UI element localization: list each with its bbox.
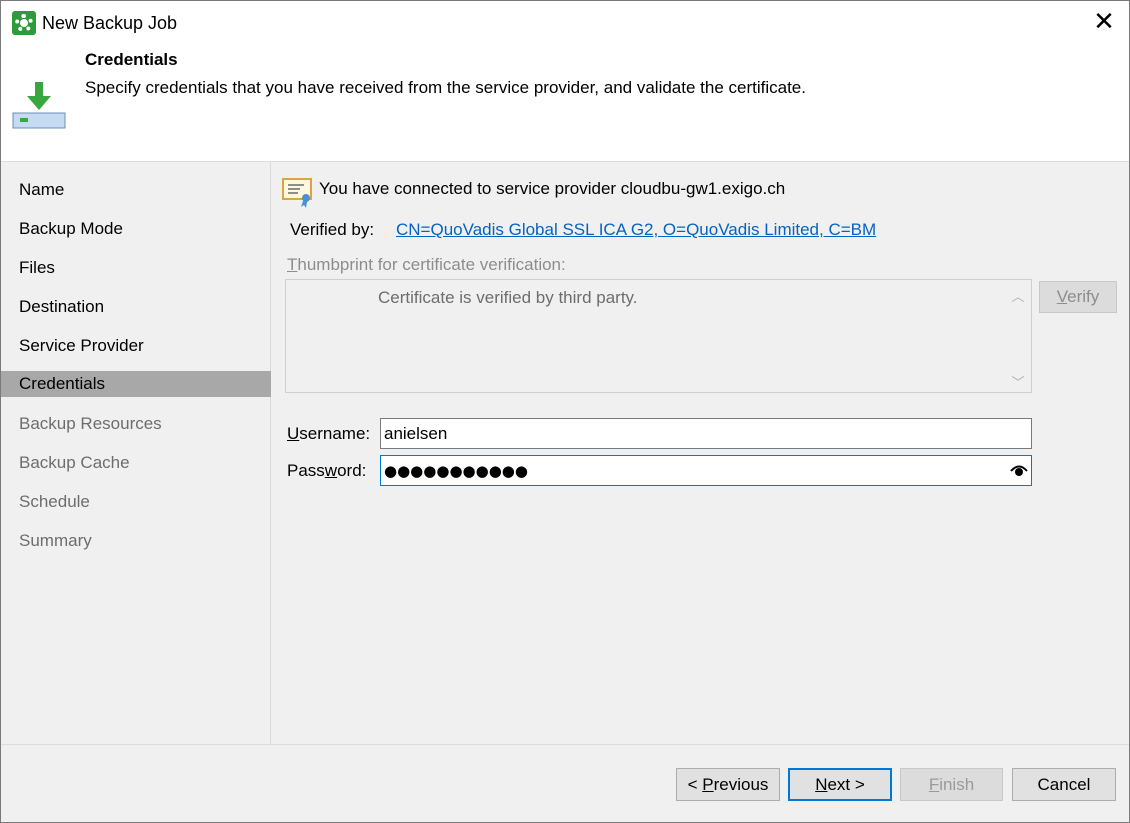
app-gear-icon xyxy=(12,11,36,35)
password-input[interactable]: ●●●●●●●●●●● xyxy=(380,455,1032,486)
sidebar-item-backup-cache: Backup Cache xyxy=(19,453,130,472)
close-icon[interactable]: ✕ xyxy=(1087,7,1121,39)
thumbprint-textbox[interactable]: Certificate is verified by third party. … xyxy=(285,279,1032,393)
wizard-footer: < Previous Next > Finish Cancel xyxy=(1,744,1129,822)
credentials-panel: You have connected to service provider c… xyxy=(272,162,1129,745)
verified-by-label: Verified by: xyxy=(290,220,375,239)
password-masked-value: ●●●●●●●●●●● xyxy=(384,462,528,480)
username-label: Username: xyxy=(287,424,371,443)
window-title: New Backup Job xyxy=(42,13,178,33)
cancel-button[interactable]: Cancel xyxy=(1012,768,1116,801)
wizard-steps-sidebar: Name Backup Mode Files Destination Servi… xyxy=(1,162,271,745)
show-password-eye-icon[interactable] xyxy=(1010,461,1028,479)
connected-provider-text: You have connected to service provider c… xyxy=(319,179,786,198)
next-button[interactable]: Next > xyxy=(788,768,892,801)
thumbprint-scrollbar[interactable]: ︿ ﹀ xyxy=(1005,280,1031,392)
page-title: Credentials xyxy=(85,50,178,69)
sidebar-item-credentials[interactable]: Credentials xyxy=(1,371,271,397)
sidebar-item-backup-mode[interactable]: Backup Mode xyxy=(1,216,271,242)
sidebar-item-files[interactable]: Files xyxy=(1,255,271,281)
previous-button[interactable]: < Previous xyxy=(676,768,780,801)
username-input[interactable]: anielsen xyxy=(380,418,1032,449)
thumbprint-label: Thumbprint for certificate verification: xyxy=(287,255,566,274)
verify-button[interactable]: Verify xyxy=(1039,281,1117,313)
scroll-down-icon[interactable]: ﹀ xyxy=(1011,372,1025,391)
certificate-icon xyxy=(282,178,312,208)
thumbprint-text: Certificate is verified by third party. xyxy=(378,288,638,307)
new-backup-job-window: New Backup Job ✕ Credentials Specify cre… xyxy=(0,0,1130,823)
scroll-up-icon[interactable]: ︿ xyxy=(1011,286,1025,305)
sidebar-item-backup-resources: Backup Resources xyxy=(19,414,162,433)
wizard-header: Credentials Specify credentials that you… xyxy=(1,46,1129,161)
sidebar-item-service-provider[interactable]: Service Provider xyxy=(1,333,271,359)
password-label: Password: xyxy=(287,461,367,480)
download-to-drive-icon xyxy=(12,82,66,129)
certificate-issuer-link[interactable]: CN=QuoVadis Global SSL ICA G2, O=QuoVadi… xyxy=(396,220,876,240)
sidebar-item-name[interactable]: Name xyxy=(1,177,271,203)
page-description: Specify credentials that you have receiv… xyxy=(85,78,806,97)
sidebar-item-schedule: Schedule xyxy=(19,492,90,511)
sidebar-item-summary: Summary xyxy=(19,531,92,550)
sidebar-item-destination[interactable]: Destination xyxy=(1,294,271,320)
title-bar: New Backup Job ✕ xyxy=(1,1,1129,46)
finish-button: Finish xyxy=(900,768,1003,801)
wizard-body: Name Backup Mode Files Destination Servi… xyxy=(1,161,1129,745)
